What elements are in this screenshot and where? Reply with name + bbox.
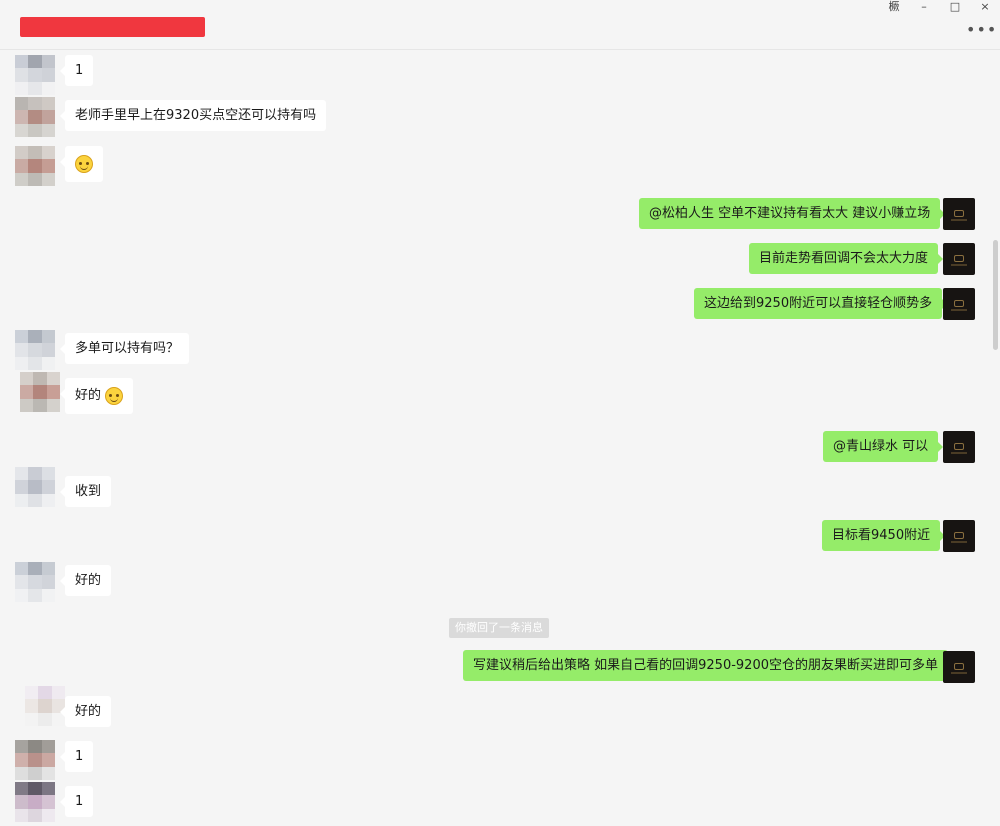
maximize-icon[interactable]: □ bbox=[946, 0, 964, 14]
avatar[interactable] bbox=[15, 55, 55, 95]
recall-notice: 你撤回了一条消息 bbox=[449, 618, 549, 638]
avatar[interactable] bbox=[20, 372, 60, 412]
avatar[interactable] bbox=[15, 782, 55, 822]
self-avatar[interactable] bbox=[943, 431, 975, 463]
close-icon[interactable]: × bbox=[976, 0, 994, 14]
incoming-message[interactable]: 好的 bbox=[59, 696, 112, 727]
minimize-icon[interactable]: – bbox=[915, 0, 933, 14]
avatar[interactable] bbox=[15, 467, 55, 507]
scrollbar-thumb[interactable] bbox=[993, 240, 998, 350]
outgoing-message[interactable]: 目标看9450附近 bbox=[822, 520, 946, 551]
avatar[interactable] bbox=[15, 97, 55, 137]
avatar[interactable] bbox=[15, 562, 55, 602]
incoming-message[interactable]: 1 bbox=[59, 786, 94, 817]
avatar[interactable] bbox=[15, 330, 55, 370]
redacted-chat-title bbox=[20, 17, 205, 37]
incoming-message[interactable]: 好的 bbox=[59, 565, 112, 596]
more-icon[interactable]: ••• bbox=[966, 20, 997, 39]
self-avatar[interactable] bbox=[943, 198, 975, 230]
incoming-message[interactable]: 1 bbox=[59, 55, 94, 86]
outgoing-message[interactable]: 写建议稍后给出策略 如果自己看的回调9250-9200空仓的朋友果断买进即可多单 bbox=[463, 650, 953, 681]
message-list[interactable]: 1 老师手里早上在9320买点空还可以持有吗 @松柏人生 空单不建议持有看太大 … bbox=[0, 50, 1000, 826]
incoming-message[interactable]: 好的 bbox=[59, 378, 134, 414]
incoming-message[interactable]: 收到 bbox=[59, 476, 112, 507]
avatar[interactable] bbox=[25, 686, 65, 726]
incoming-message[interactable]: 1 bbox=[59, 741, 94, 772]
message-text: 好的 bbox=[75, 388, 102, 403]
outgoing-message[interactable]: 这边给到9250附近可以直接轻仓顺势多 bbox=[694, 288, 948, 319]
smiley-emoji-icon bbox=[105, 386, 124, 405]
outgoing-message[interactable]: 目前走势看回调不会太大力度 bbox=[749, 243, 944, 274]
avatar[interactable] bbox=[15, 740, 55, 780]
self-avatar[interactable] bbox=[943, 651, 975, 683]
self-avatar[interactable] bbox=[943, 288, 975, 320]
incoming-message[interactable]: 老师手里早上在9320买点空还可以持有吗 bbox=[59, 100, 327, 131]
self-avatar[interactable] bbox=[943, 520, 975, 552]
avatar[interactable] bbox=[15, 146, 55, 186]
chat-title-bar: 橛 – □ × ••• bbox=[0, 0, 1000, 50]
smiley-emoji-icon bbox=[75, 154, 93, 173]
outgoing-message[interactable]: @松柏人生 空单不建议持有看太大 建议小赚立场 bbox=[639, 198, 946, 229]
self-avatar[interactable] bbox=[943, 243, 975, 275]
incoming-emoji-message[interactable] bbox=[60, 146, 103, 182]
incoming-message[interactable]: 多单可以持有吗？ bbox=[59, 333, 190, 364]
pin-icon[interactable]: 橛 bbox=[885, 0, 903, 14]
outgoing-message[interactable]: @青山绿水 可以 bbox=[823, 431, 944, 462]
